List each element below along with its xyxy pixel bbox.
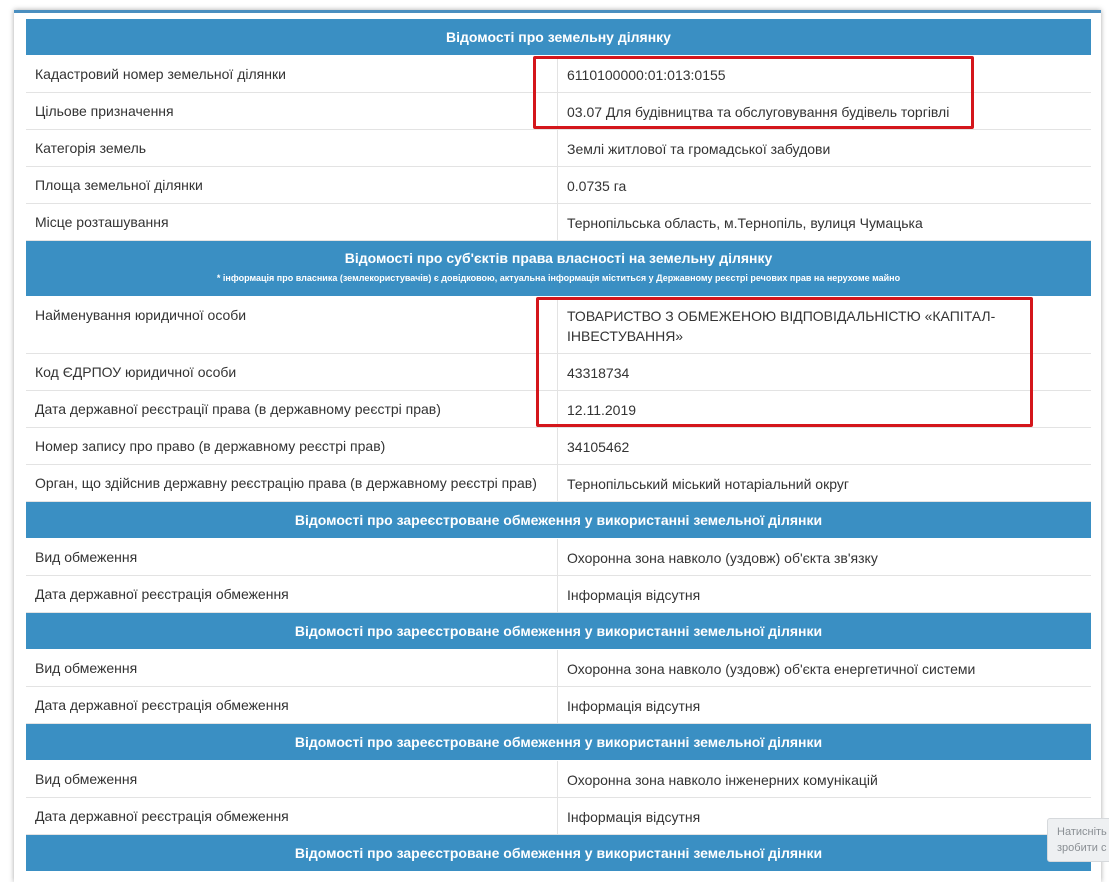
row-value: 0.0735 га	[567, 178, 627, 194]
row-value: 03.07 Для будівництва та обслуговування …	[567, 104, 950, 120]
table-row-cadastral-number: Кадастровий номер земельної ділянки 6110…	[26, 56, 1091, 93]
table-row-land-category: Категорія земель Землі житлової та грома…	[26, 130, 1091, 167]
table-row-location: Місце розташування Тернопільська область…	[26, 204, 1091, 241]
row-value: Охоронна зона навколо (уздовж) об'єкта з…	[567, 550, 878, 566]
land-info-panel: Відомості про земельну ділянку Кадастров…	[14, 10, 1101, 882]
row-label: Вид обмеження	[26, 761, 558, 797]
row-value: Тернопільська область, м.Тернопіль, вули…	[567, 215, 923, 231]
row-value: Землі житлової та громадської забудови	[567, 141, 831, 157]
section-note: * інформація про власника (землекористув…	[216, 273, 901, 283]
row-label: Найменування юридичної особи	[26, 297, 558, 353]
section-title: Відомості про зареєстроване обмеження у …	[294, 734, 823, 750]
section-header-restriction: Відомості про зареєстроване обмеження у …	[26, 502, 1091, 539]
section-header-restriction: Відомості про зареєстроване обмеження у …	[26, 724, 1091, 761]
table-row-record-number: Номер запису про право (в державному реє…	[26, 428, 1091, 465]
section-title: Відомості про земельну ділянку	[446, 29, 671, 45]
section-title: Відомості про суб'єктів права власності …	[344, 250, 773, 266]
table-row-restriction-date: Дата державної реєстрація обмеження Інфо…	[26, 576, 1091, 613]
row-value: Охоронна зона навколо інженерних комунік…	[567, 772, 878, 788]
table-row-restriction-date: Дата державної реєстрація обмеження Інфо…	[26, 798, 1091, 835]
table-row-restriction-type: Вид обмеження Охоронна зона навколо (узд…	[26, 650, 1091, 687]
section-header-land: Відомості про земельну ділянку	[26, 19, 1091, 56]
row-value: Тернопільський міський нотаріальний окру…	[567, 476, 849, 492]
row-value: 43318734	[567, 365, 630, 381]
table-row-restriction-type: Вид обмеження Охоронна зона навколо інже…	[26, 761, 1091, 798]
section-title: Відомості про зареєстроване обмеження у …	[294, 623, 823, 639]
section-title: Відомості про зареєстроване обмеження у …	[294, 845, 823, 861]
table-row-purpose: Цільове призначення 03.07 Для будівництв…	[26, 93, 1091, 130]
section-header-owners: Відомості про суб'єктів права власності …	[26, 241, 1091, 297]
row-label: Категорія земель	[26, 130, 558, 166]
section-title: Відомості про зареєстроване обмеження у …	[294, 512, 823, 528]
table-row-area: Площа земельної ділянки 0.0735 га	[26, 167, 1091, 204]
table-row-edrpou: Код ЄДРПОУ юридичної особи 43318734	[26, 354, 1091, 391]
row-value: Інформація відсутня	[567, 587, 701, 603]
row-label: Дата державної реєстрація обмеження	[26, 798, 558, 834]
table-row-restriction-date: Дата державної реєстрація обмеження Інфо…	[26, 687, 1091, 724]
row-label: Орган, що здійснив державну реєстрацію п…	[26, 465, 558, 501]
row-label: Дата державної реєстрація обмеження	[26, 687, 558, 723]
row-value: Охоронна зона навколо (уздовж) об'єкта е…	[567, 661, 976, 677]
land-info-table: Відомості про земельну ділянку Кадастров…	[26, 19, 1091, 872]
row-value: Інформація відсутня	[567, 698, 701, 714]
section-header-restriction: Відомості про зареєстроване обмеження у …	[26, 613, 1091, 650]
row-value: Інформація відсутня	[567, 809, 701, 825]
row-label: Цільове призначення	[26, 93, 558, 129]
row-label: Вид обмеження	[26, 539, 558, 575]
row-label: Місце розташування	[26, 204, 558, 240]
row-label: Дата державної реєстрація обмеження	[26, 576, 558, 612]
table-row-registration-date: Дата державної реєстрації права (в держа…	[26, 391, 1091, 428]
row-value: 34105462	[567, 439, 630, 455]
row-label: Вид обмеження	[26, 650, 558, 686]
hint-tooltip[interactable]: Натисніть зробити с	[1047, 818, 1109, 862]
row-label: Площа земельної ділянки	[26, 167, 558, 203]
section-header-restriction: Відомості про зареєстроване обмеження у …	[26, 835, 1091, 872]
tooltip-line: зробити с	[1057, 842, 1107, 854]
table-row-entity-name: Найменування юридичної особи ТОВАРИСТВО …	[26, 297, 1091, 354]
row-value: ТОВАРИСТВО З ОБМЕЖЕНОЮ ВІДПОВІДАЛЬНІСТЮ …	[567, 308, 996, 344]
row-label: Дата державної реєстрації права (в держа…	[26, 391, 558, 427]
row-label: Номер запису про право (в державному реє…	[26, 428, 558, 464]
table-row-registration-authority: Орган, що здійснив державну реєстрацію п…	[26, 465, 1091, 502]
row-value: 6110100000:01:013:0155	[567, 67, 726, 83]
table-row-restriction-type: Вид обмеження Охоронна зона навколо (узд…	[26, 539, 1091, 576]
row-value: 12.11.2019	[567, 402, 637, 418]
row-label: Код ЄДРПОУ юридичної особи	[26, 354, 558, 390]
tooltip-line: Натисніть	[1057, 826, 1107, 838]
row-label: Кадастровий номер земельної ділянки	[26, 56, 558, 92]
